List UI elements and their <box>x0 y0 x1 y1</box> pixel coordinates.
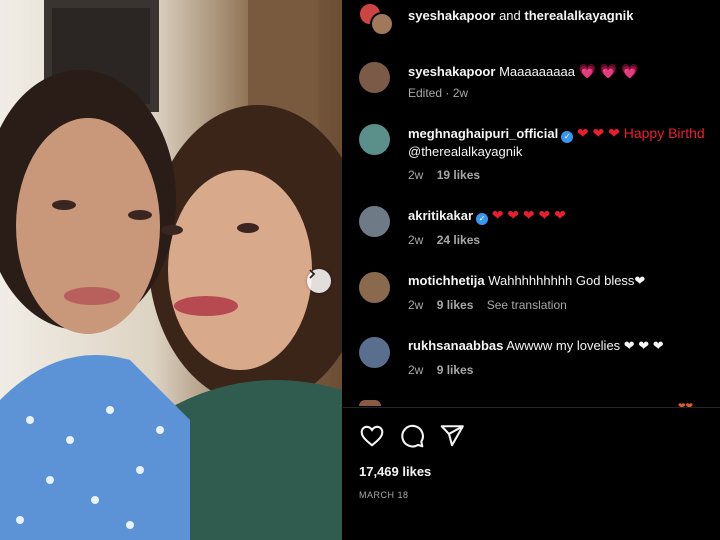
photo-illustration <box>0 0 342 540</box>
comment-time: 2w <box>408 363 424 377</box>
next-photo-button[interactable] <box>307 269 331 293</box>
post-actions <box>359 423 465 449</box>
comment-text: motichhetija Wahhhhhhhhh God bless❤ <box>408 272 645 290</box>
heart-icon <box>360 425 384 447</box>
comment-likes[interactable]: 9 likes <box>437 363 474 377</box>
comment-body: ❤ ❤ ❤ ❤ ❤ <box>491 207 566 223</box>
collab-avatars[interactable] <box>358 2 394 36</box>
comment-time: Edited · 2w <box>408 86 469 100</box>
heart-emoji-icons: 💗 💗 💗 <box>578 63 639 79</box>
comment-text: rukhsanaabbas Awwww my lovelies ❤ ❤ ❤ <box>408 337 664 355</box>
comment-meta: 2w 9 likes <box>408 363 483 377</box>
avatar[interactable] <box>359 337 390 368</box>
comment-time: 2w <box>408 168 424 182</box>
comment-text: akritikakar ✓ ❤ ❤ ❤ ❤ ❤ <box>408 206 566 225</box>
post-authors: syeshakapoor and therealalkayagnik <box>408 8 634 23</box>
comments-list[interactable]: syeshakapoor Maaaaaaaaa 💗 💗 💗 Edited · 2… <box>343 44 720 406</box>
comment-meta: 2w 9 likes See translation <box>408 298 577 312</box>
comment-username[interactable]: syeshakapoor <box>408 64 495 79</box>
share-button[interactable] <box>439 423 465 449</box>
verified-badge-icon: ✓ <box>561 131 574 143</box>
comment-body: Wahhhhhhhhh God bless❤ <box>488 273 646 288</box>
share-icon <box>440 425 464 447</box>
post-date: MARCH 18 <box>359 490 409 500</box>
avatar[interactable] <box>359 206 390 237</box>
post-likes-count[interactable]: 17,469 likes <box>359 464 431 479</box>
post-photo <box>0 0 342 540</box>
comment-text: syeshakapoor Maaaaaaaaa 💗 💗 💗 <box>408 62 639 81</box>
comment-meta: 2w 19 likes <box>408 168 490 182</box>
avatar <box>370 12 394 36</box>
comment-text: meghnaghaipuri_official ✓ ❤ ❤ ❤ Happy Bir… <box>408 124 705 161</box>
comment-body: ❤ ❤ ❤ Happy Birthd <box>576 125 705 141</box>
comment-button[interactable] <box>399 423 425 449</box>
comment-body: Maaaaaaaaa <box>499 64 575 79</box>
comment-time: 2w <box>408 233 424 247</box>
comment-username[interactable]: motichhetija <box>408 273 485 288</box>
comment-likes[interactable]: 9 likes <box>437 298 474 312</box>
avatar[interactable] <box>359 62 390 93</box>
divider <box>343 407 720 408</box>
comment-username[interactable]: meghnaghaipuri_official <box>408 126 558 141</box>
like-button[interactable] <box>359 423 385 449</box>
author-link[interactable]: syeshakapoor <box>408 8 495 23</box>
avatar[interactable] <box>359 124 390 155</box>
avatar[interactable] <box>359 272 390 303</box>
comment-likes[interactable]: 24 likes <box>437 233 480 247</box>
comment-username[interactable]: akritikakar <box>408 208 473 223</box>
comment-likes[interactable]: 19 likes <box>437 168 480 182</box>
verified-badge-icon: ✓ <box>476 213 489 225</box>
post-side-panel: syeshakapoor and therealalkayagnik syesh… <box>343 0 720 540</box>
comment-meta: Edited · 2w <box>408 86 478 100</box>
comment-body: Awwww my lovelies ❤ ❤ ❤ <box>506 338 664 353</box>
see-translation-link[interactable]: See translation <box>487 298 567 312</box>
comment-icon <box>401 424 424 448</box>
comment-meta: 2w 24 likes <box>408 233 490 247</box>
post-header: syeshakapoor and therealalkayagnik <box>343 0 720 36</box>
comment-username[interactable]: rukhsanaabbas <box>408 338 503 353</box>
chevron-right-icon <box>309 269 316 279</box>
author-conjunction: and <box>499 8 521 23</box>
comment-time: 2w <box>408 298 424 312</box>
mention-link[interactable]: @therealalkayagnik <box>408 144 522 159</box>
author-link[interactable]: therealalkayagnik <box>524 8 633 23</box>
partial-avatar <box>359 400 381 406</box>
